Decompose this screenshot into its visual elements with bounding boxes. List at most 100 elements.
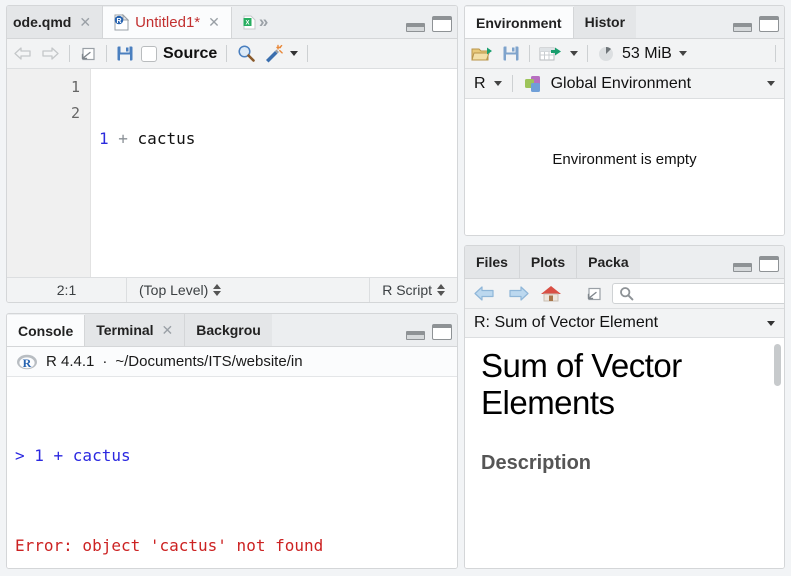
import-dataset-icon[interactable] <box>539 45 563 63</box>
editor-tab-qmd[interactable]: ode.qmd ✕ <box>7 6 103 38</box>
help-document[interactable]: Sum of Vector Elements Description <box>465 338 784 568</box>
editor-tab-label: ode.qmd <box>13 14 71 30</box>
editor-body[interactable]: 1 2 1 + cactus <box>7 69 457 277</box>
tab-plots[interactable]: Plots <box>520 246 577 278</box>
minimize-icon[interactable] <box>406 23 425 32</box>
tab-console[interactable]: Console <box>7 315 85 347</box>
chevron-updown-icon <box>213 284 221 296</box>
help-navigation-toolbar <box>465 279 784 309</box>
tab-label: Terminal <box>96 322 153 338</box>
console-window-controls <box>406 324 452 340</box>
console-working-directory-bar: R R 4.4.1 · ~/Documents/ITS/website/in <box>7 347 457 377</box>
divider <box>106 45 107 62</box>
help-topic-selector[interactable]: R: Sum of Vector Element <box>465 309 784 338</box>
forward-arrow-icon[interactable] <box>40 46 60 61</box>
chevron-down-icon[interactable] <box>290 51 298 56</box>
close-icon[interactable]: ✕ <box>208 14 220 31</box>
tab-label: Histor <box>585 14 625 30</box>
working-directory-link[interactable]: ~/Documents/ITS/website/in <box>115 353 302 370</box>
environment-window-controls <box>733 16 779 32</box>
tab-environment[interactable]: Environment <box>465 7 574 39</box>
open-folder-icon[interactable] <box>471 45 495 63</box>
environment-scope-label[interactable]: Global Environment <box>551 75 692 93</box>
tab-label: Packa <box>588 254 628 270</box>
editor-statusbar: 2:1 (Top Level) R Script <box>7 277 457 302</box>
save-icon[interactable] <box>116 45 134 62</box>
tab-terminal[interactable]: Terminal ✕ <box>85 314 185 346</box>
code-tools-icon[interactable] <box>263 44 283 63</box>
chevron-down-icon[interactable] <box>767 321 775 326</box>
environment-tabbar: Environment Histor <box>465 6 784 39</box>
help-scrollbar-thumb[interactable] <box>774 344 781 386</box>
code-line: 1 + cactus <box>99 126 457 152</box>
source-window-controls <box>406 16 452 32</box>
back-arrow-icon[interactable] <box>13 46 33 61</box>
code-token: cactus <box>138 129 196 148</box>
chevron-double-right-icon[interactable]: » <box>259 12 268 32</box>
help-section-heading: Description <box>481 452 768 475</box>
divider <box>512 75 513 92</box>
memory-pie-icon <box>597 45 615 63</box>
close-icon[interactable]: ✕ <box>162 322 174 339</box>
home-icon[interactable] <box>539 284 563 303</box>
chevron-down-icon[interactable] <box>494 81 502 86</box>
minimize-icon[interactable] <box>733 263 752 272</box>
help-document-title: Sum of Vector Elements <box>481 348 768 422</box>
tab-files[interactable]: Files <box>465 246 520 278</box>
r-script-icon: R <box>114 14 129 31</box>
code-area[interactable]: 1 + cactus <box>91 69 457 277</box>
tab-history[interactable]: Histor <box>574 6 636 38</box>
scope-selector[interactable]: (Top Level) <box>127 278 370 302</box>
divider <box>307 45 308 62</box>
minimize-icon[interactable] <box>406 331 425 340</box>
environment-toolbar: 53 MiB <box>465 39 784 69</box>
maximize-icon[interactable] <box>759 16 779 32</box>
maximize-icon[interactable] <box>432 324 452 340</box>
console-pane: Console Terminal ✕ Backgrou R R 4.4.1 · … <box>6 313 458 569</box>
editor-tab-overflow[interactable]: X » <box>232 6 279 38</box>
environment-pane: Environment Histor <box>464 5 785 236</box>
line-number: 2 <box>7 100 80 126</box>
chevron-down-icon[interactable] <box>679 51 687 56</box>
close-icon[interactable]: ✕ <box>79 14 91 31</box>
maximize-icon[interactable] <box>759 256 779 272</box>
console-line-error: Error: object 'cactus' not found <box>15 531 449 561</box>
show-in-new-window-icon[interactable] <box>79 46 97 62</box>
maximize-icon[interactable] <box>432 16 452 32</box>
help-search-box[interactable] <box>612 283 785 304</box>
divider <box>587 45 588 62</box>
tab-background-jobs[interactable]: Backgrou <box>185 314 272 346</box>
environment-cubes-icon <box>523 75 543 93</box>
code-token: 1 <box>99 129 109 148</box>
forward-arrow-icon[interactable] <box>506 285 530 302</box>
console-output[interactable]: > 1 + cactus Error: object 'cactus' not … <box>7 377 457 568</box>
chevron-down-icon[interactable] <box>767 81 775 86</box>
environment-empty-message: Environment is empty <box>465 99 784 235</box>
show-in-new-window-icon[interactable] <box>585 286 603 302</box>
back-arrow-icon[interactable] <box>473 285 497 302</box>
chevron-down-icon[interactable] <box>570 51 578 56</box>
source-on-save-toggle[interactable]: Source <box>141 45 217 63</box>
help-window-controls <box>733 256 779 272</box>
tab-packages[interactable]: Packa <box>577 246 639 278</box>
spreadsheet-icon: X <box>243 15 256 30</box>
save-icon[interactable] <box>502 45 520 62</box>
file-type-selector[interactable]: R Script <box>370 278 457 302</box>
search-icon[interactable] <box>236 44 256 63</box>
console-line-input: > 1 + cactus <box>15 441 449 471</box>
divider <box>529 45 530 62</box>
help-search-input[interactable] <box>634 286 785 301</box>
r-version-label: R 4.4.1 <box>46 353 94 370</box>
svg-text:R: R <box>117 18 122 25</box>
tab-label: Environment <box>476 15 562 31</box>
minimize-icon[interactable] <box>733 23 752 32</box>
editor-tab-untitled1[interactable]: R Untitled1* ✕ <box>103 7 232 39</box>
source-checkbox[interactable] <box>141 46 157 62</box>
code-line <box>99 204 457 230</box>
tab-label: Backgrou <box>196 322 261 338</box>
code-token: + <box>109 129 138 148</box>
tab-label: Plots <box>531 254 565 270</box>
environment-scope-bar: R Global Environment <box>465 69 784 99</box>
language-label[interactable]: R <box>474 75 486 93</box>
source-toolbar: Source <box>7 39 457 69</box>
